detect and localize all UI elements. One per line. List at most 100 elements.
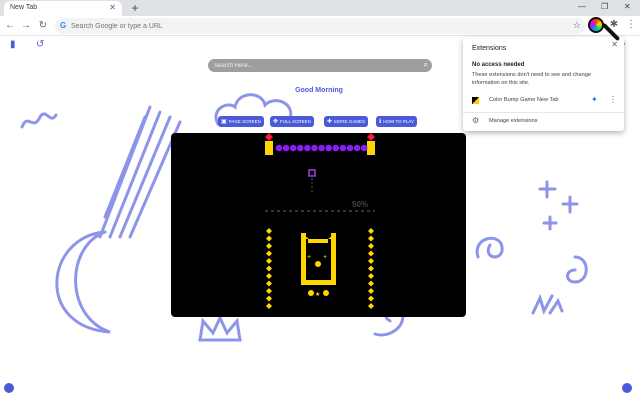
tab-close-icon[interactable]: ✕	[109, 3, 116, 12]
info-icon: ℹ	[379, 119, 382, 125]
yellow-diamond	[266, 295, 272, 302]
back-icon[interactable]: ←	[4, 20, 16, 31]
settings-icon[interactable]	[4, 383, 14, 393]
yellow-diamond	[266, 228, 272, 234]
popup-title: Extensions	[472, 45, 507, 52]
progress-label: 50%	[352, 200, 368, 209]
purple-dot	[289, 144, 297, 152]
bottom-dot-2	[323, 290, 329, 296]
extensions-popup: Extensions ✕ No access needed These exte…	[463, 37, 624, 131]
extension-row[interactable]: Color Bump Game New Tab ✦ ⋮	[463, 93, 624, 109]
svg-text:+: +	[307, 254, 311, 261]
yellow-diamond	[266, 288, 272, 294]
gamepad-icon: ✚	[327, 119, 333, 125]
bottom-dot-1	[308, 290, 314, 296]
purple-dot	[275, 144, 283, 152]
manage-extensions-label: Manage extensions	[489, 118, 538, 124]
full-screen-label: FULL SCREEN	[280, 119, 311, 124]
yellow-diamond	[368, 250, 374, 257]
yellow-diamond	[266, 250, 272, 257]
purple-dot	[346, 144, 354, 152]
full-screen-icon: ✥	[273, 119, 279, 125]
lightning-doodle	[531, 293, 564, 315]
left-diamond-column	[266, 228, 272, 309]
ball	[308, 169, 316, 177]
loop-doodle	[475, 236, 504, 259]
bookmark-star-icon[interactable]: ☆	[573, 20, 581, 31]
yellow-diamond	[266, 265, 272, 272]
pin-icon[interactable]: ✦	[591, 95, 598, 104]
game-scene: 50% + + ★	[265, 133, 375, 309]
tab-title: New Tab	[10, 4, 38, 11]
purple-dot	[339, 144, 347, 152]
window-close-icon[interactable]: ✕	[624, 2, 631, 11]
purple-dot	[353, 144, 361, 152]
history-icon[interactable]: ↺	[36, 39, 44, 50]
corner-badge-icon[interactable]	[622, 383, 632, 393]
how-to-play-button[interactable]: ℹ HOW TO PLAY	[376, 116, 418, 127]
page-screen-icon: ▣	[221, 119, 227, 125]
purple-dot	[318, 144, 325, 152]
yellow-diamond	[368, 235, 374, 242]
full-screen-button[interactable]: ✥ FULL SCREEN	[270, 116, 314, 127]
omnibox-input[interactable]	[71, 20, 551, 32]
omnibox[interactable]: G ☆	[55, 18, 585, 34]
page-screen-label: PAGE SCREEN	[228, 119, 261, 124]
purple-dot	[332, 144, 340, 152]
new-tab-button[interactable]: +	[128, 1, 142, 15]
purple-dot	[360, 144, 368, 152]
more-options-icon[interactable]: ⋮	[609, 95, 617, 104]
right-diamond-column	[368, 228, 374, 309]
reload-icon[interactable]: ↻	[37, 20, 49, 31]
restore-icon[interactable]: ❐	[601, 2, 608, 11]
yellow-diamond	[266, 243, 272, 249]
forward-icon[interactable]: →	[20, 20, 32, 31]
purple-dot	[325, 144, 332, 152]
extension-logo-icon	[472, 97, 479, 104]
swirl-doodle	[566, 255, 588, 284]
yellow-diamond	[368, 295, 374, 302]
yellow-diamond	[368, 228, 374, 234]
more-games-label: MORE GAMES	[334, 119, 366, 124]
yellow-diamond	[266, 280, 272, 287]
yellow-diamond	[368, 265, 374, 272]
yellow-diamond	[368, 280, 374, 287]
game-canvas[interactable]: 50% + + ★	[171, 133, 466, 317]
manage-extensions-item[interactable]: ⚙ Manage extensions	[463, 115, 624, 128]
google-icon: G	[60, 21, 67, 30]
tab-strip: New Tab ✕ + — ❐ ✕	[0, 0, 640, 16]
search-icon[interactable]: ⌕	[424, 60, 428, 70]
page-screen-button[interactable]: ▣ PAGE SCREEN	[218, 116, 264, 127]
popup-description: These extensions don't need to see and c…	[472, 72, 591, 86]
yellow-diamond	[266, 273, 272, 279]
top-left-diamond	[265, 133, 273, 141]
browser-menu-icon[interactable]: ⋮	[626, 19, 636, 30]
yellow-diamond	[368, 303, 374, 309]
top-right-block	[367, 141, 375, 155]
yellow-diamond	[368, 258, 374, 264]
purple-dot-bar	[275, 144, 368, 152]
wave-doodle	[20, 112, 58, 129]
bookmark-icon[interactable]: ▮	[10, 39, 16, 50]
purple-dot	[311, 144, 318, 152]
bucket: + +	[301, 233, 336, 285]
popup-close-icon[interactable]: ✕	[611, 40, 618, 49]
how-to-play-label: HOW TO PLAY	[383, 119, 415, 124]
yellow-diamond	[266, 303, 272, 309]
purple-dot	[304, 144, 311, 152]
yellow-diamond	[368, 288, 374, 294]
gear-icon: ⚙	[472, 116, 480, 125]
tab-new-tab[interactable]: New Tab ✕	[4, 1, 122, 16]
popup-divider	[463, 112, 624, 113]
minimize-icon[interactable]: —	[578, 2, 586, 11]
top-left-block	[265, 141, 273, 155]
sparkle-doodle	[538, 180, 579, 231]
yellow-diamond	[266, 235, 272, 242]
extension-name[interactable]: Color Bump Game New Tab	[489, 97, 559, 103]
yellow-diamond	[266, 258, 272, 264]
more-games-button[interactable]: ✚ MORE GAMES	[324, 116, 369, 127]
purple-dot	[282, 144, 290, 152]
search-bar[interactable]: ⌕	[208, 59, 432, 72]
search-input[interactable]	[214, 60, 414, 71]
purple-dot	[297, 144, 304, 152]
